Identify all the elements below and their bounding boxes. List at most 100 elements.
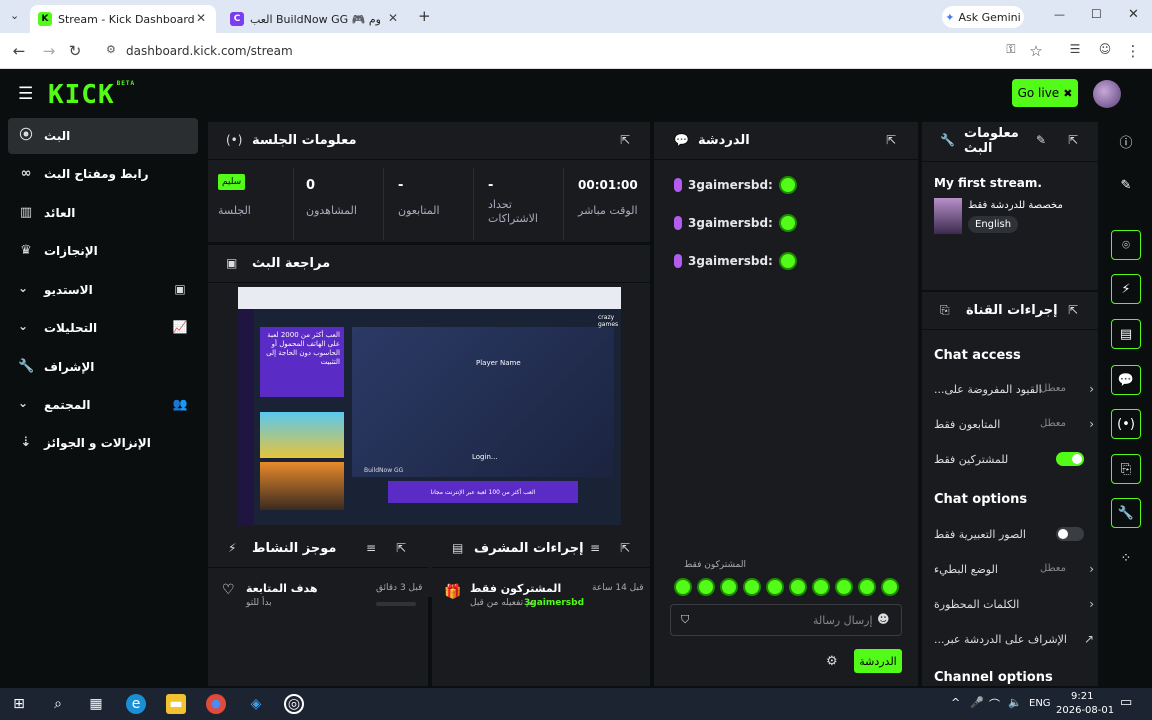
option-row-banned-words[interactable]: الكلمات المحظورة › [934, 595, 1094, 615]
subscribers-only-toggle[interactable] [1056, 452, 1084, 466]
access-row-followers[interactable]: المتابعون فقط معطل › [934, 415, 1094, 435]
search-icon[interactable]: ⌕ [48, 694, 68, 714]
obs-icon[interactable]: ◎ [284, 694, 304, 714]
input-language[interactable]: ENG [1029, 698, 1051, 709]
minimize-button[interactable]: — [1054, 8, 1065, 21]
edit-pencil-icon[interactable]: ✎ [1036, 133, 1046, 147]
reload-icon[interactable]: ↻ [66, 42, 84, 60]
stream-info-panel: 🔧 معلومات البث ✎ ⇱ My first stream. مخصص… [922, 122, 1098, 290]
shield-icon[interactable]: ⛉ [681, 613, 689, 627]
chat-username[interactable]: 3gaimersbd: [688, 216, 773, 230]
volume-icon[interactable]: 🔈 [1008, 696, 1022, 709]
clock-date[interactable]: 2026-08-01 [1056, 705, 1114, 716]
chrome-icon[interactable] [206, 694, 226, 714]
network-icon[interactable]: ⌒ [989, 696, 1000, 712]
microphone-icon[interactable]: 🎤 [970, 696, 984, 709]
sidebar-item-drops[interactable]: ⇣ الإنزالات و الجوائز [8, 425, 198, 461]
emote-icon[interactable] [858, 578, 876, 596]
sidebar-item-analytics[interactable]: ⌄ التحليلات 📈 [8, 310, 198, 346]
rail-lightning-button[interactable]: ⚡ [1111, 274, 1141, 304]
apps-icon[interactable]: ⁘ [1115, 547, 1137, 569]
rail-chat-button[interactable]: 💬 [1111, 365, 1141, 395]
vscode-icon[interactable]: ◈ [246, 694, 266, 714]
popout-icon[interactable]: ⇱ [886, 133, 896, 147]
popout-icon[interactable]: ⇱ [620, 541, 630, 555]
popout-icon[interactable]: ⇱ [620, 133, 630, 147]
panel-header: 🔧 معلومات البث ✎ ⇱ [922, 122, 1098, 162]
task-view-icon[interactable]: ▦ [86, 694, 106, 714]
sidebar-item-stream[interactable]: ⦿ البث [8, 118, 198, 154]
emote-icon[interactable] [789, 578, 807, 596]
sidebar-item-studio[interactable]: ⌄ الاستديو ▣ [8, 272, 198, 308]
rail-wrench-button[interactable]: 🔧 [1111, 498, 1141, 528]
filter-icon[interactable]: ≡ [590, 541, 600, 555]
sidebar-item-moderation[interactable]: 🔧 الإشراف [8, 349, 198, 385]
tray-chevron-icon[interactable]: ^ [951, 696, 960, 709]
file-explorer-icon[interactable]: ▬ [166, 694, 186, 714]
profile-icon[interactable]: ☺ [1096, 42, 1114, 56]
hamburger-menu-icon[interactable]: ☰ [18, 84, 33, 104]
gear-icon[interactable]: ⚙ [826, 654, 838, 669]
emote-icon[interactable] [766, 578, 784, 596]
sidebar-item-label: التحليلات [44, 321, 98, 335]
sidebar-item-stream-key[interactable]: ∞ رابط ومفتاح البث [8, 156, 198, 192]
emote-icon[interactable] [835, 578, 853, 596]
tab-kick-dashboard[interactable]: K Stream - Kick Dashboard ✕ [30, 5, 216, 33]
key-icon[interactable]: ⚿ [1002, 42, 1020, 57]
mod-action-user[interactable]: 3gaimersbd [524, 598, 584, 608]
notification-icon[interactable]: ▭ [1120, 695, 1132, 710]
tab-buildnow[interactable]: C العب BuildNow GG 🎮 على كروم ✕ [222, 5, 408, 33]
chat-username[interactable]: 3gaimersbd: [688, 178, 773, 192]
go-live-button[interactable]: Go live ✖ [1012, 79, 1078, 107]
popout-icon[interactable]: ⇱ [1068, 303, 1078, 317]
emote-icon[interactable] [743, 578, 761, 596]
filter-icon[interactable]: ≡ [366, 541, 376, 555]
clock-time[interactable]: 9:21 [1071, 691, 1093, 702]
maximize-button[interactable]: ☐ [1091, 7, 1102, 21]
site-info-icon[interactable]: ⚙ [106, 43, 116, 56]
emotes-only-toggle[interactable] [1056, 527, 1084, 541]
send-chat-button[interactable]: الدردشة [854, 649, 902, 673]
edge-browser-icon[interactable]: e [126, 694, 146, 714]
forward-icon[interactable]: → [40, 42, 58, 60]
sidebar-item-community[interactable]: ⌄ المجتمع 👥 [8, 387, 198, 423]
rail-broadcast-button[interactable]: (•) [1111, 409, 1141, 439]
info-icon[interactable]: ⓘ [1115, 130, 1137, 152]
close-window-button[interactable]: ✕ [1128, 7, 1139, 22]
windows-start-icon[interactable]: ⊞ [9, 694, 29, 714]
tab-search-icon[interactable]: ☰ [1066, 42, 1084, 56]
new-tab-button[interactable]: + [418, 7, 431, 25]
access-row-restrictions[interactable]: ...القيود المفروضة على معطل › [934, 380, 1094, 400]
sidebar-item-achievements[interactable]: ♛ الإنجازات [8, 233, 198, 269]
popout-icon[interactable]: ⇱ [396, 541, 406, 555]
emote-icon[interactable] [812, 578, 830, 596]
menu-kebab-icon[interactable]: ⋮ [1124, 42, 1142, 60]
emote-icon[interactable] [720, 578, 738, 596]
emote-icon[interactable] [881, 578, 899, 596]
popout-icon[interactable]: ⇱ [1068, 133, 1078, 147]
option-row-moderation[interactable]: ...الإشراف على الدردشة عبر ↗ [934, 630, 1094, 650]
ask-gemini-button[interactable]: ✦ Ask Gemini [942, 6, 1024, 28]
chat-bubble-icon: 💬 [674, 133, 689, 147]
rail-capture-button[interactable]: ⌾ [1111, 230, 1141, 260]
tab-close-icon[interactable]: ✕ [196, 11, 206, 25]
back-icon[interactable]: ← [10, 42, 28, 60]
emote-icon[interactable] [674, 578, 692, 596]
rail-channel-button[interactable]: ⎘ [1111, 454, 1141, 484]
option-row-slow-mode[interactable]: الوضع البطيء معطل › [934, 560, 1094, 580]
chat-input[interactable]: ⛉ إرسال رسالة ☻ [670, 604, 902, 636]
user-avatar[interactable] [1093, 80, 1121, 108]
bookmark-star-icon[interactable]: ☆ [1027, 42, 1045, 60]
kick-logo[interactable]: KICK BETA [48, 80, 135, 110]
url-field[interactable]: ⚙ dashboard.kick.com/stream [100, 38, 1000, 64]
chat-username[interactable]: 3gaimersbd: [688, 254, 773, 268]
edit-pencil-icon[interactable]: ✎ [1115, 174, 1137, 196]
row-label: ...الإشراف على الدردشة عبر [934, 633, 1067, 646]
emoji-icon[interactable]: ☻ [877, 612, 890, 626]
tab-close-icon[interactable]: ✕ [388, 11, 398, 25]
rail-document-button[interactable]: ▤ [1111, 319, 1141, 349]
emote-icon[interactable] [697, 578, 715, 596]
tab-search-chevron-icon[interactable]: ⌄ [10, 9, 19, 22]
sidebar-item-revenue[interactable]: ▥ العائد [8, 195, 198, 231]
stream-preview-video[interactable]: العب أكثر من 2000 لعبة على الهاتف المحمو… [238, 287, 621, 525]
